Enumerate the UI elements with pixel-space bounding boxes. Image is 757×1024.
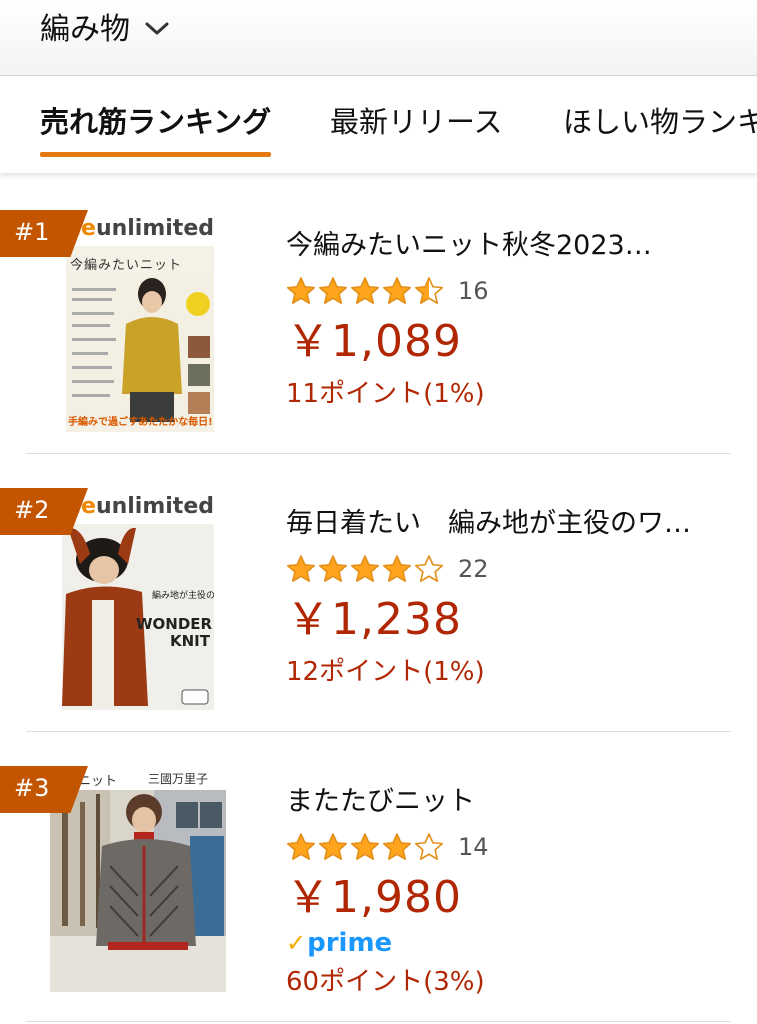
- star-full-icon: [350, 833, 380, 860]
- tab-label: ほしい物ランキ: [563, 105, 757, 139]
- prime-badge: ✓ prime: [286, 926, 726, 960]
- star-full-icon: [286, 277, 316, 304]
- tab-label: 売れ筋ランキング: [40, 105, 272, 139]
- review-count: 16: [458, 277, 489, 305]
- item-info: 毎日着たい 編み地が主役のワ… 22 ￥1,238 12ポイント(1%): [286, 506, 726, 690]
- tab-best-sellers[interactable]: 売れ筋ランキング: [40, 99, 272, 157]
- cover-footer: 手編みで過ごすあたたかな毎日!!: [68, 417, 214, 428]
- list-item[interactable]: #2 ndleunlimited 編み地が主役のワンダーニット WONDER K…: [0, 454, 757, 732]
- cover-photo: [50, 766, 226, 992]
- item-price: ￥1,089: [286, 316, 462, 367]
- item-points: 60ポイント(3%): [286, 967, 485, 997]
- rank-number: #1: [14, 218, 50, 246]
- item-info: 今編みたいニット秋冬2023… 16 ￥1,089 11ポイント(1%): [286, 228, 726, 412]
- category-dropdown[interactable]: 編み物: [40, 4, 170, 48]
- star-rating: [286, 554, 446, 584]
- star-full-icon: [318, 555, 348, 582]
- star-empty-icon: [414, 833, 444, 860]
- kindle-unlimited-logo: ndleunlimited: [66, 214, 214, 246]
- cover-title: WONDER KNIT: [136, 615, 213, 650]
- rating-row[interactable]: 14: [286, 832, 726, 862]
- star-empty-icon: [414, 555, 444, 582]
- item-title[interactable]: またたびニット: [286, 784, 726, 820]
- prime-label: prime: [307, 928, 393, 958]
- item-title[interactable]: 今編みたいニット秋冬2023…: [286, 228, 726, 264]
- star-full-icon: [350, 277, 380, 304]
- star-half-icon: [414, 277, 444, 304]
- star-rating: [286, 276, 446, 306]
- rank-number: #2: [14, 496, 50, 524]
- category-label: 編み物: [40, 12, 130, 47]
- active-tab-indicator: [40, 152, 272, 157]
- star-rating: [286, 832, 446, 862]
- item-info: またたびニット 14 ￥1,980 ✓ prime 60ポイント(3%): [286, 784, 726, 1000]
- star-full-icon: [382, 277, 412, 304]
- list-item[interactable]: #3 たびニット 三國万里子 またたびニット 14 ￥1,980 ✓ prime…: [0, 732, 757, 1022]
- kindle-unlimited-logo: ndleunlimited: [62, 492, 214, 524]
- item-price: ￥1,980: [286, 872, 462, 923]
- item-points: 11ポイント(1%): [286, 379, 485, 409]
- item-title[interactable]: 毎日着たい 編み地が主役のワ…: [286, 506, 726, 542]
- list-item[interactable]: #1 ndleunlimited 今編みたいニット 秋冬: [0, 176, 757, 454]
- rating-row[interactable]: 22: [286, 554, 726, 584]
- cover-author: 三國万里子: [148, 772, 209, 786]
- category-header: 編み物: [0, 0, 757, 76]
- chevron-down-icon: [145, 22, 169, 35]
- item-price: ￥1,238: [286, 594, 462, 645]
- star-full-icon: [318, 277, 348, 304]
- star-full-icon: [286, 555, 316, 582]
- cover-photo: [66, 274, 214, 424]
- cover-title: 今編みたいニット: [70, 258, 183, 273]
- rating-row[interactable]: 16: [286, 276, 726, 306]
- tab-most-wished[interactable]: ほしい物ランキ: [563, 99, 757, 141]
- star-full-icon: [318, 833, 348, 860]
- review-count: 22: [458, 555, 489, 583]
- book-cover[interactable]: ndleunlimited 編み地が主役のワンダーニット WONDER KNIT: [62, 492, 214, 710]
- book-cover[interactable]: たびニット 三國万里子: [50, 766, 226, 992]
- divider: [26, 1021, 731, 1022]
- star-full-icon: [350, 555, 380, 582]
- star-full-icon: [382, 833, 412, 860]
- book-cover[interactable]: ndleunlimited 今編みたいニット 秋冬: [66, 214, 214, 432]
- review-count: 14: [458, 833, 489, 861]
- star-full-icon: [382, 555, 412, 582]
- tab-label: 最新リリース: [330, 105, 503, 139]
- ranking-tabs: 売れ筋ランキング 最新リリース ほしい物ランキ: [0, 77, 757, 173]
- tab-new-releases[interactable]: 最新リリース: [330, 99, 503, 141]
- rank-number: #3: [14, 774, 50, 802]
- item-points: 12ポイント(1%): [286, 657, 485, 687]
- cover-subtitle: 編み地が主役のワンダーニット: [152, 591, 214, 601]
- prime-check-icon: ✓: [286, 929, 307, 957]
- star-full-icon: [286, 833, 316, 860]
